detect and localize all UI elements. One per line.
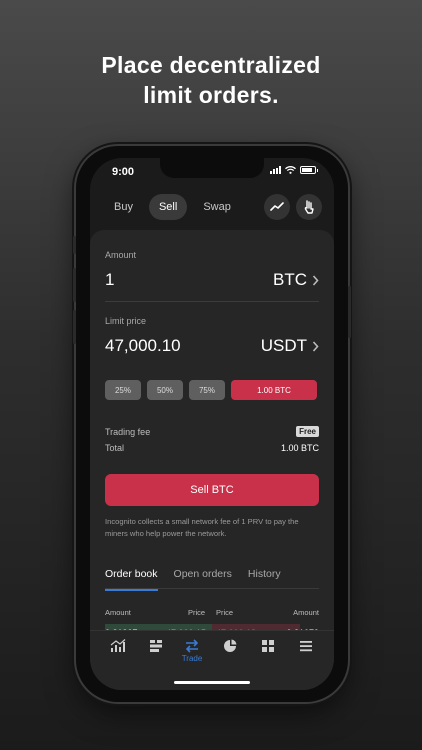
volume-up-button [73, 268, 76, 302]
amount-input[interactable]: 1 [105, 270, 114, 290]
tab-swap[interactable]: Swap [193, 194, 241, 220]
nav-trade[interactable]: Trade [180, 639, 204, 663]
headline: Place decentralized limit orders. [0, 50, 422, 110]
home-indicator [174, 681, 250, 684]
stack-icon [150, 640, 162, 652]
order-card: Amount 1 BTC Limit price 47,000.10 USDT … [90, 230, 334, 690]
sell-button[interactable]: Sell BTC [105, 474, 319, 506]
limit-price-label: Limit price [105, 316, 147, 326]
pie-chart-icon [224, 639, 237, 652]
hand-icon [304, 200, 314, 214]
chart-button[interactable] [264, 194, 290, 220]
limit-price-input[interactable]: 47,000.10 [105, 336, 181, 356]
notch [160, 158, 264, 178]
tab-sell[interactable]: Sell [148, 194, 188, 220]
phone-frame: 9:00 Buy Sell Swap Amount 1 BTC Limit pr… [73, 146, 351, 702]
status-time: 9:00 [112, 166, 135, 178]
max-amount-button[interactable]: 1.00 BTC [231, 380, 317, 400]
percent-50-button[interactable]: 50% [147, 380, 183, 400]
bottom-nav: Trade [90, 630, 334, 690]
headline-line-1: Place decentralized [101, 52, 321, 78]
app-screen: 9:00 Buy Sell Swap Amount 1 BTC Limit pr… [90, 158, 334, 690]
chevron-right-icon [312, 274, 319, 286]
nav-menu[interactable] [294, 639, 318, 663]
cellular-signal-icon [270, 166, 281, 174]
trading-fee-label: Trading fee [105, 427, 151, 437]
percent-25-button[interactable]: 25% [105, 380, 141, 400]
chart-icon [110, 639, 126, 652]
nav-markets[interactable] [106, 639, 130, 663]
nav-portfolio[interactable] [218, 639, 242, 663]
battery-icon [300, 166, 318, 174]
trend-up-icon [270, 202, 284, 211]
divider [105, 588, 319, 589]
trade-mode-tabs: Buy Sell Swap [104, 194, 241, 220]
divider [105, 301, 319, 302]
ask-price-header: Price [216, 608, 234, 617]
volume-down-button [73, 310, 76, 344]
total-value: 1.00 BTC [280, 443, 319, 453]
bid-price-header: Price [188, 608, 206, 617]
amount-shortcuts: 25% 50% 75% 1.00 BTC [105, 380, 317, 400]
amount-unit: BTC [273, 270, 307, 289]
total-label: Total [105, 443, 125, 453]
swap-arrows-icon [185, 639, 199, 653]
status-icons [270, 166, 318, 174]
trading-fee-value: Free [296, 426, 319, 437]
nav-trade-label: Trade [181, 654, 203, 663]
mute-switch [73, 236, 76, 254]
nav-orderbook[interactable] [144, 639, 168, 663]
header-actions [264, 194, 322, 220]
amount-unit-selector[interactable]: BTC [273, 270, 319, 290]
price-unit: USDT [260, 336, 307, 355]
tab-buy[interactable]: Buy [104, 194, 143, 220]
price-unit-selector[interactable]: USDT [261, 336, 319, 356]
bid-amount-header: Amount [105, 608, 131, 617]
hamburger-menu-icon [300, 641, 312, 652]
grid-icon [262, 640, 274, 652]
amount-label: Amount [105, 250, 137, 260]
ask-amount-header: Amount [293, 608, 319, 617]
nav-apps[interactable] [256, 639, 280, 663]
wifi-icon [285, 166, 296, 174]
headline-line-2: limit orders. [143, 82, 279, 108]
percent-75-button[interactable]: 75% [189, 380, 225, 400]
network-fee-note: Incognito collects a small network fee o… [105, 517, 299, 538]
power-button [348, 286, 351, 338]
chevron-right-icon [312, 340, 319, 352]
hand-button[interactable] [296, 194, 322, 220]
free-badge: Free [296, 426, 319, 437]
